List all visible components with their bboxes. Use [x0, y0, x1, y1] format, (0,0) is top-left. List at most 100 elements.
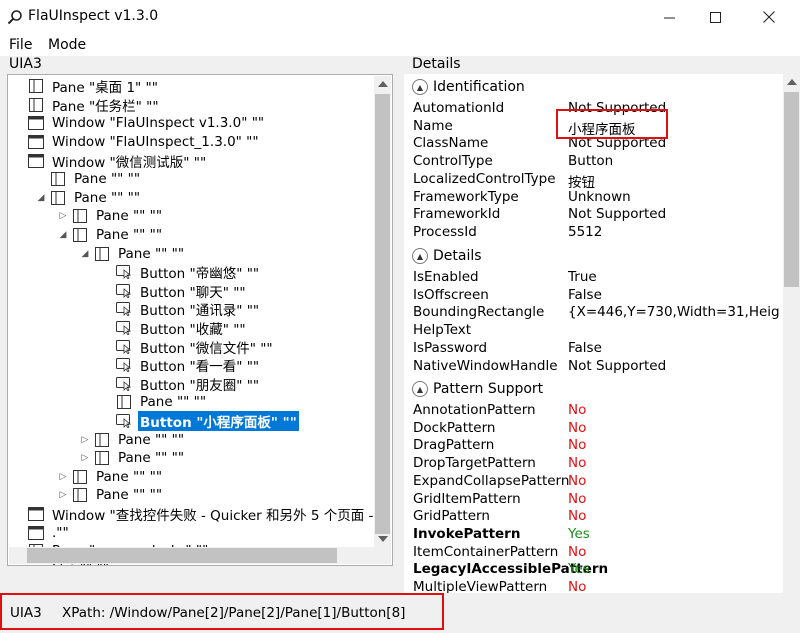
close-icon [763, 11, 775, 23]
menu-file[interactable]: File [9, 37, 32, 53]
tree-node[interactable]: Pane "" "" [101, 393, 208, 412]
tree-node-label[interactable]: Button "微信文件" "" [138, 337, 275, 357]
property-value: Yes [568, 525, 590, 542]
collapsed-arrow-icon[interactable]: ▷ [57, 211, 69, 221]
tree-node-label[interactable]: Window "FlaUInspect_1.3.0" "" [50, 134, 261, 150]
expanded-arrow-icon[interactable]: ◢ [35, 193, 47, 203]
element-tree[interactable]: Pane "桌面 1" "" Pane "任务栏" "" Window "FlaUI… [7, 74, 393, 566]
property-key: ItemContainerPattern [413, 543, 559, 560]
tree-node-label[interactable]: Pane "桌面 1" "" [50, 76, 160, 96]
tree-node-label[interactable]: Pane "" "" [116, 246, 186, 262]
details-scroll-thumb[interactable] [784, 92, 799, 287]
tree-node[interactable]: ◢ Pane "" "" [79, 244, 186, 263]
tree-node[interactable]: Window "FlaUInspect_1.3.0" "" [13, 133, 261, 152]
tree-node[interactable]: Button "帝幽悠" "" [101, 263, 261, 282]
property-value: No [568, 579, 587, 593]
button-icon [116, 358, 132, 373]
property-key: AnnotationPattern [413, 402, 536, 418]
tree-node[interactable]: Button "朋友圈" "" [101, 375, 261, 394]
tree-node[interactable]: ◢ Pane "" "" [35, 189, 142, 208]
details-section-header[interactable]: ▲ Details [412, 248, 482, 264]
tree-node-label[interactable]: Button "帝幽悠" "" [138, 262, 261, 282]
tree-node-label[interactable]: Window "查找控件失败 - Quicker 和另外 5 个页面 - [50, 504, 375, 524]
window-icon [28, 525, 44, 540]
tree-node-label[interactable]: Pane "" "" [94, 208, 164, 224]
tree-node[interactable]: Button "看一看" "" [101, 356, 261, 375]
pane-icon [28, 97, 44, 112]
tree-node[interactable]: Button "聊天" "" [101, 282, 248, 301]
collapsed-arrow-icon[interactable]: ▷ [79, 453, 91, 463]
tree-node[interactable]: Button "收藏" "" [101, 319, 248, 338]
tree-node-label[interactable]: Button "通讯录" "" [138, 299, 261, 319]
tree-node-label[interactable]: Pane "" "" [94, 487, 164, 503]
collapse-icon[interactable]: ▲ [412, 381, 428, 397]
tree-scroll-thumb[interactable] [375, 94, 390, 534]
maximize-button[interactable] [692, 0, 738, 34]
tree-node-label[interactable]: Button "朋友圈" "" [138, 374, 261, 394]
details-panel: ▲ Identification AutomationId Not Support… [404, 74, 800, 593]
tree-node-label[interactable]: Pane "" "" [116, 432, 186, 448]
collapsed-arrow-icon[interactable]: ▷ [57, 490, 69, 500]
tree-node[interactable]: ."" [13, 523, 71, 542]
maximize-icon [709, 11, 721, 23]
identification-section-header[interactable]: ▲ Identification [412, 79, 525, 95]
collapsed-arrow-icon[interactable]: ▷ [57, 472, 69, 482]
tree-node[interactable]: Button "通讯录" "" [101, 300, 261, 319]
selected-node-label[interactable]: Button "小程序面板" "" [138, 411, 299, 432]
tree-vertical-scrollbar[interactable] [374, 76, 391, 564]
tree-node-label[interactable]: Pane "" "" [94, 227, 164, 243]
details-vertical-scrollbar[interactable] [783, 74, 800, 593]
menu-mode[interactable]: Mode [48, 37, 86, 53]
tree-node-label[interactable]: Button "收藏" "" [138, 318, 248, 338]
tree-node[interactable]: ▷ Pane "" "" [57, 468, 164, 487]
tree-node-label[interactable]: Pane "" "" [72, 171, 142, 187]
tree-node[interactable]: ▷ Pane "" "" [79, 430, 186, 449]
tree-node-label[interactable]: Pane "" "" [116, 450, 186, 466]
tree-node-label[interactable]: ."" [50, 525, 71, 541]
expanded-arrow-icon[interactable]: ◢ [57, 230, 69, 240]
tree-node[interactable]: ▷ Pane "" "" [57, 207, 164, 226]
tree-node[interactable]: Pane "" "" [35, 170, 142, 189]
property-key: InvokePattern [413, 525, 521, 542]
scroll-up-icon[interactable] [787, 79, 797, 85]
property-key: BoundingRectangle [413, 304, 545, 321]
pane-icon [50, 190, 66, 205]
tree-node[interactable]: Window "查找控件失败 - Quicker 和另外 5 个页面 - [13, 505, 375, 524]
tree-node-label[interactable]: Pane "" "" [72, 190, 142, 206]
tree-node-label[interactable]: Button "看一看" "" [138, 355, 261, 375]
tree-node-label[interactable]: Button "聊天" "" [138, 281, 248, 301]
tree-node-label[interactable]: Pane "" "" [94, 469, 164, 485]
property-value: True [568, 269, 597, 285]
tree-node-label[interactable]: Pane "" "" [138, 394, 208, 410]
tree-node[interactable]: Window "微信测试版" "" [13, 151, 208, 171]
tree-horizontal-scrollbar[interactable] [9, 547, 374, 564]
scroll-down-icon[interactable] [378, 536, 388, 542]
tree-hscroll-thumb[interactable] [27, 548, 337, 563]
close-button[interactable] [746, 0, 792, 34]
tree-node[interactable]: Pane "桌面 1" "" [13, 77, 160, 96]
expanded-arrow-icon[interactable]: ◢ [79, 249, 91, 259]
property-key: GridPattern [413, 508, 490, 525]
tree-node-label[interactable]: Window "微信测试版" "" [50, 151, 208, 171]
pane-icon [94, 451, 110, 466]
patterns-section-header[interactable]: ▲ Pattern Support [412, 381, 543, 397]
property-value: Not Supported [568, 206, 667, 223]
scroll-up-icon[interactable] [378, 81, 388, 87]
collapse-icon[interactable]: ▲ [412, 79, 428, 95]
tree-node-label[interactable]: Window "FlaUInspect v1.3.0" "" [50, 115, 266, 131]
minimize-button[interactable] [646, 0, 692, 34]
property-value: Yes [568, 561, 590, 578]
tree-node[interactable]: Window "FlaUInspect v1.3.0" "" [13, 114, 266, 133]
collapsed-arrow-icon[interactable]: ▷ [79, 435, 91, 445]
tree-node-label[interactable]: Pane "任务栏" "" [50, 95, 161, 115]
button-icon [116, 265, 132, 280]
tree-node[interactable]: Button "微信文件" "" [101, 337, 275, 357]
tree-node[interactable]: ▷ Pane "" "" [57, 486, 164, 505]
property-value: No [568, 455, 587, 472]
collapse-icon[interactable]: ▲ [412, 248, 428, 264]
tree-node[interactable]: Button "小程序面板" "" [101, 411, 299, 432]
tree-node[interactable]: Pane "任务栏" "" [13, 96, 161, 115]
tree-node[interactable]: ▷ Pane "" "" [79, 449, 186, 468]
property-value: No [568, 437, 587, 454]
tree-node[interactable]: ◢ Pane "" "" [57, 226, 164, 245]
